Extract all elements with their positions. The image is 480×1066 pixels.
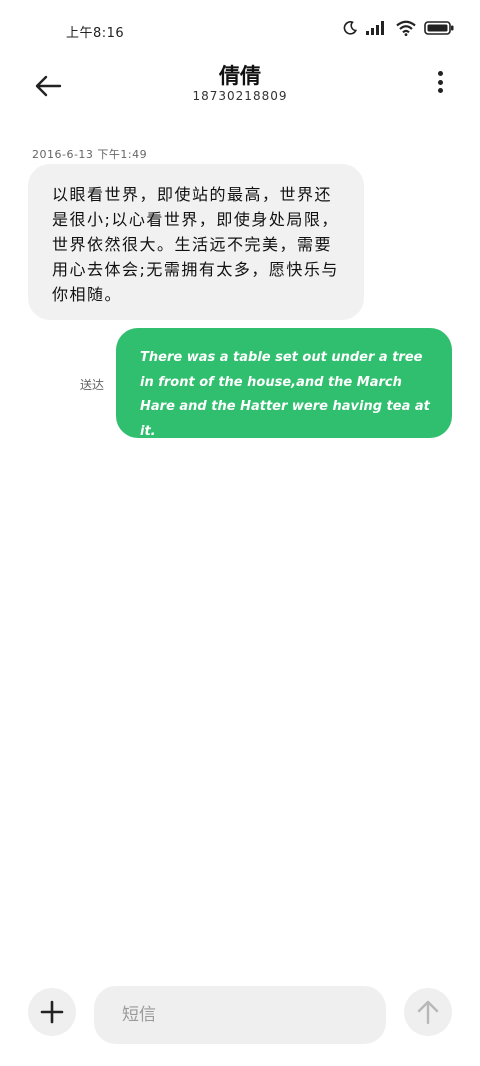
message-input[interactable] (94, 986, 386, 1044)
moon-icon (343, 21, 358, 35)
more-options-button[interactable] (428, 68, 452, 96)
status-time: 上午8:16 (66, 26, 125, 41)
contact-name: 倩倩 (219, 64, 261, 88)
add-attachment-button[interactable] (28, 988, 76, 1036)
status-bar: 上午8:16 (0, 0, 480, 60)
status-icons (342, 20, 454, 36)
sent-message-text: There was a table set out under a tree i… (140, 350, 430, 439)
received-message-text: 以眼看世界，即使站的最高，世界还是很小;以心看世界，即使身处局限，世界依然很大。… (52, 185, 339, 304)
signal-icon (366, 21, 384, 35)
battery-icon (424, 21, 454, 35)
plus-icon (40, 1000, 64, 1024)
message-timestamp: 2016-6-13 下午1:49 (32, 148, 148, 161)
send-button[interactable] (404, 988, 452, 1036)
received-message-bubble[interactable]: 以眼看世界，即使站的最高，世界还是很小;以心看世界，即使身处局限，世界依然很大。… (28, 164, 364, 320)
message-composer (0, 984, 480, 1048)
sent-message-bubble[interactable]: There was a table set out under a tree i… (116, 328, 452, 439)
conversation-header: 倩倩 18730218809 (0, 60, 480, 116)
more-vertical-icon (437, 71, 443, 93)
contact-phone: 18730218809 (192, 89, 288, 103)
sent-status: 送达 (80, 378, 105, 392)
send-arrow-icon (417, 1000, 439, 1025)
wifi-icon (396, 20, 416, 36)
